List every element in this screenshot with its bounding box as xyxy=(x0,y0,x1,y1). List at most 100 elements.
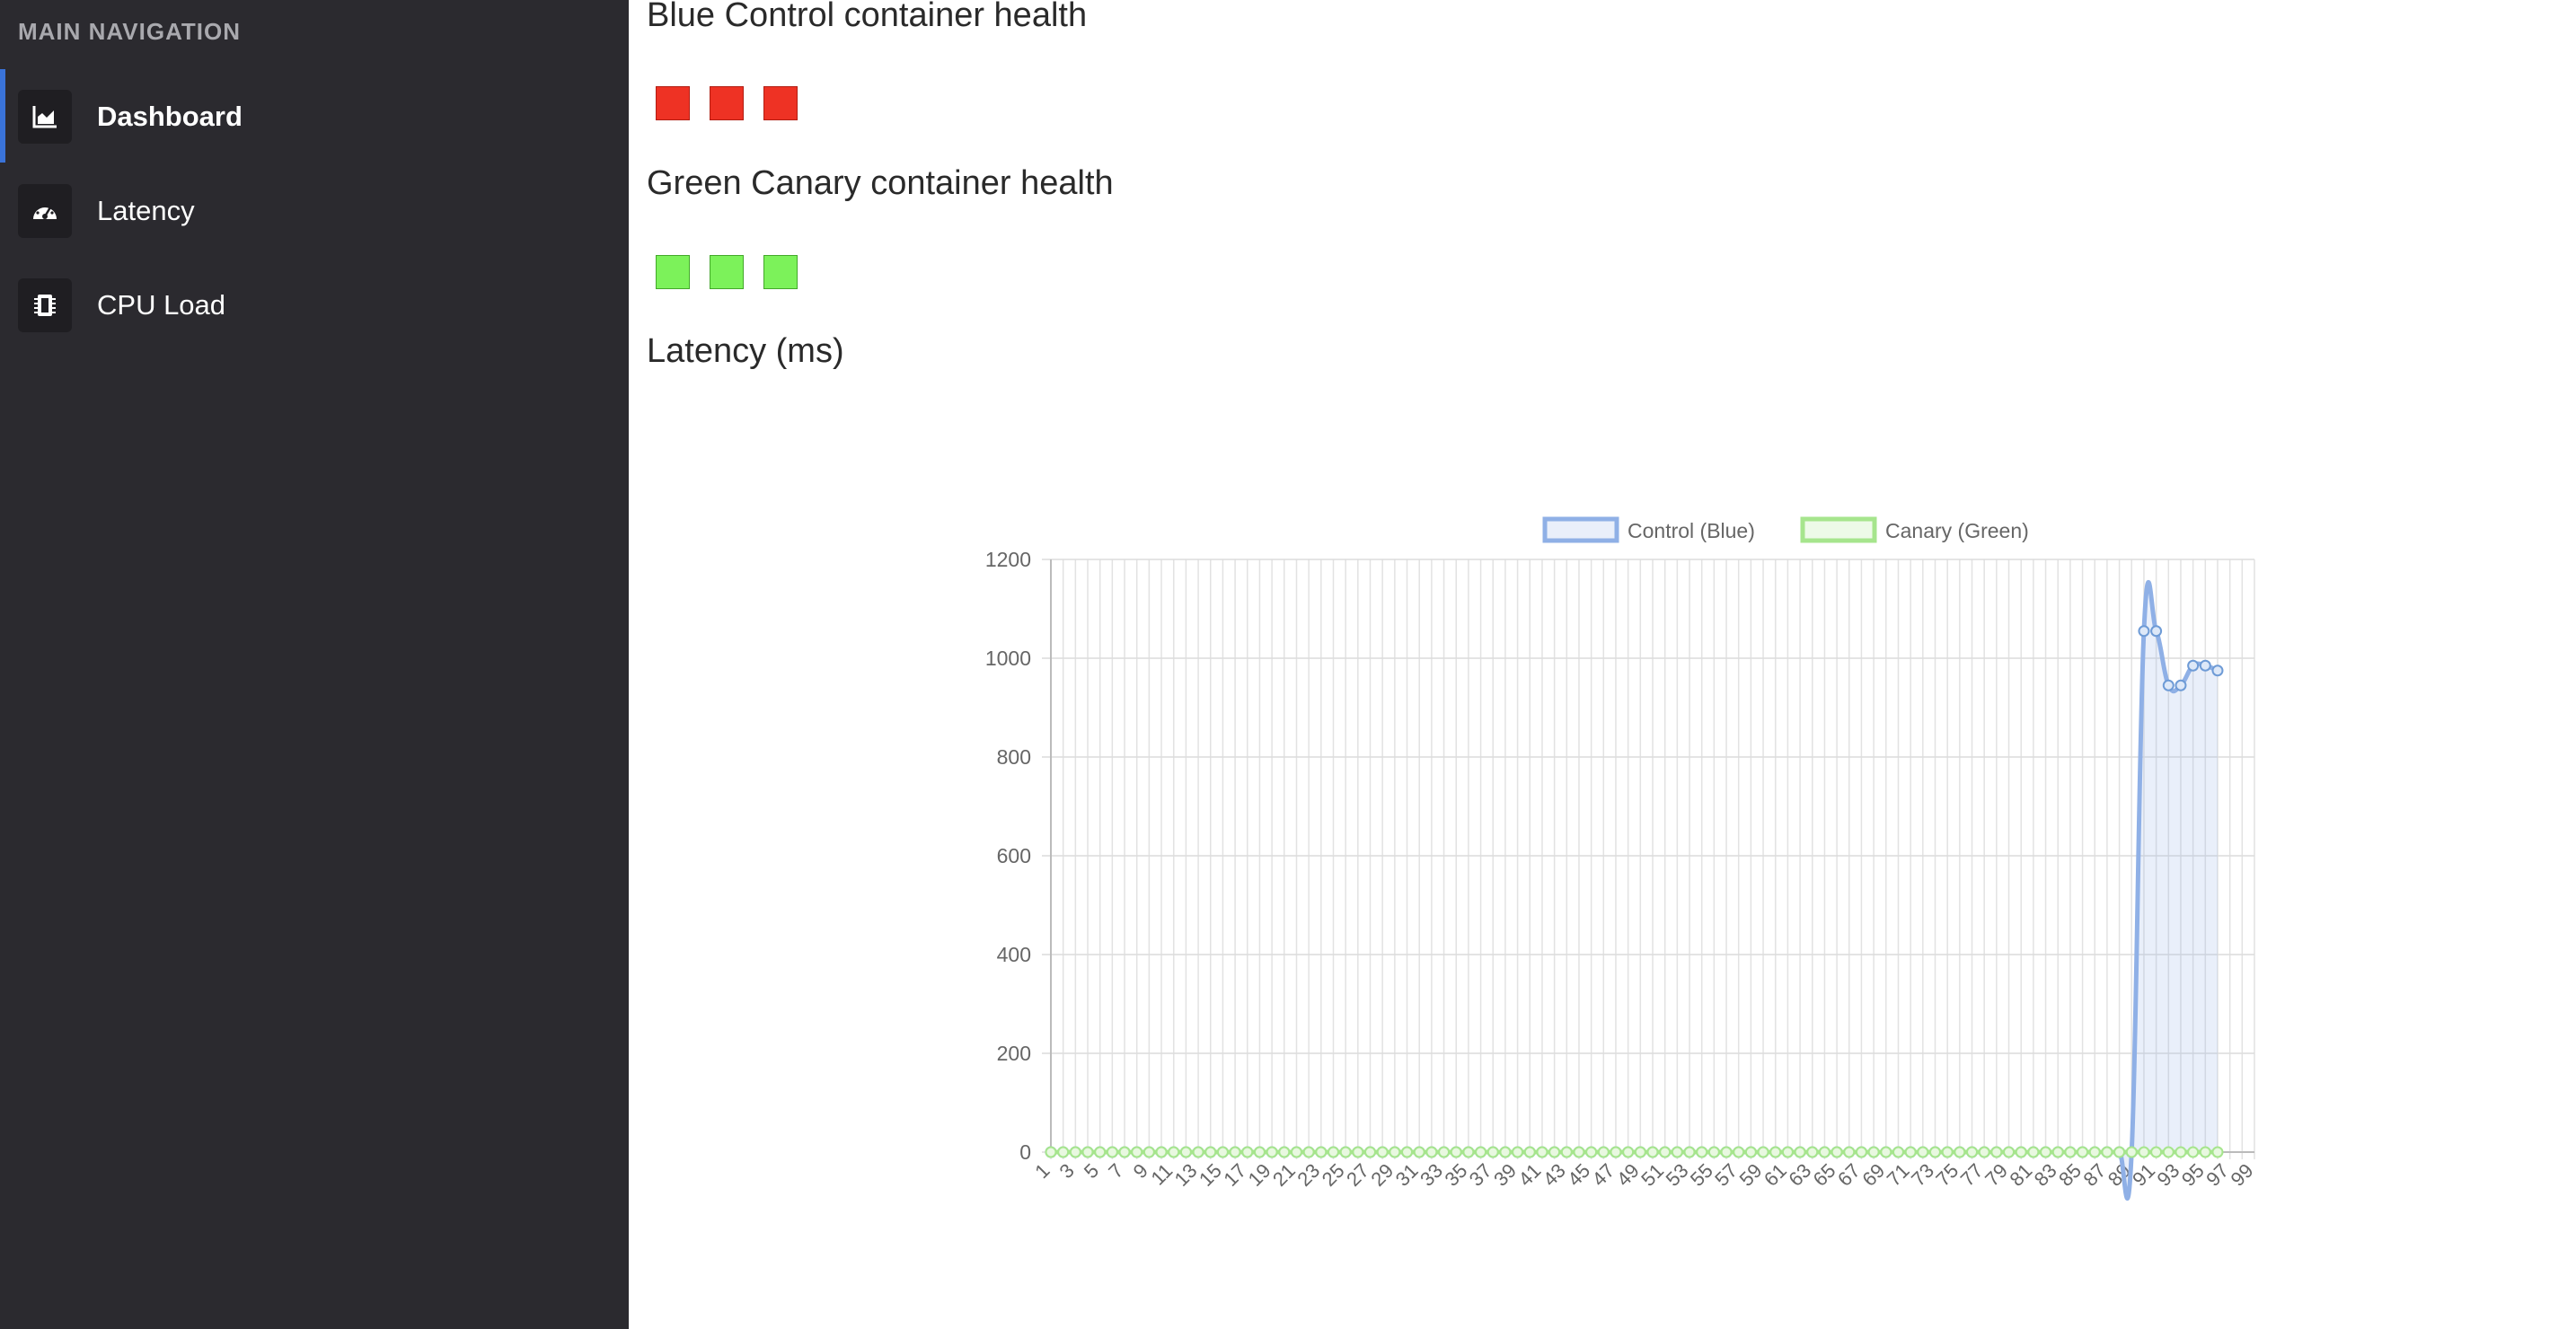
data-point xyxy=(2199,1146,2211,1158)
blue-health-title: Blue Control container health xyxy=(647,0,1088,34)
legend-label: Canary (Green) xyxy=(1885,519,2029,542)
data-point xyxy=(1671,1146,1683,1158)
data-point xyxy=(1168,1146,1180,1158)
latency-chart: 0200400600800100012001 3 5 7 911131517192123… xyxy=(985,516,2258,1201)
data-point xyxy=(2027,1146,2040,1158)
data-point xyxy=(1990,1146,2003,1158)
data-point xyxy=(1475,1146,1487,1158)
sidebar: MAIN NAVIGATION Dashboard Latency CPU Lo… xyxy=(0,0,629,1329)
data-point xyxy=(2150,625,2163,638)
data-point xyxy=(1401,1146,1414,1158)
sidebar-item-latency[interactable]: Latency xyxy=(0,184,629,254)
data-point xyxy=(2162,679,2175,691)
sidebar-item-cpu-load[interactable]: CPU Load xyxy=(0,278,629,348)
health-indicator xyxy=(710,86,744,120)
data-point xyxy=(1904,1146,1917,1158)
y-tick-label: 0 xyxy=(1019,1140,1031,1164)
data-point xyxy=(1917,1146,1929,1158)
legend-swatch xyxy=(1542,516,1619,543)
data-point xyxy=(1818,1146,1831,1158)
data-point xyxy=(2199,659,2211,672)
data-point xyxy=(1315,1146,1328,1158)
y-tick-label: 200 xyxy=(997,1042,1031,1065)
data-point xyxy=(1339,1146,1352,1158)
data-point xyxy=(2101,1146,2113,1158)
data-point xyxy=(1855,1146,1867,1158)
health-indicator xyxy=(763,86,798,120)
sidebar-item-label: CPU Load xyxy=(97,289,226,321)
x-tick-label: 99 xyxy=(2227,1159,2258,1191)
data-point xyxy=(1941,1146,1954,1158)
data-point xyxy=(1806,1146,1819,1158)
data-point xyxy=(2015,1146,2027,1158)
x-tick-label: 3 xyxy=(1055,1159,1079,1183)
data-point xyxy=(2003,1146,2016,1158)
data-point xyxy=(1131,1146,1143,1158)
data-point xyxy=(1327,1146,1339,1158)
data-point xyxy=(1499,1146,1512,1158)
data-point xyxy=(2051,1146,2064,1158)
data-point xyxy=(1290,1146,1302,1158)
data-point xyxy=(2187,659,2200,672)
area-chart-icon xyxy=(18,90,72,144)
data-point xyxy=(1548,1146,1561,1158)
data-point xyxy=(1142,1146,1155,1158)
data-point xyxy=(2211,664,2224,677)
data-point xyxy=(2175,1146,2187,1158)
data-point xyxy=(2138,625,2150,638)
data-point xyxy=(1634,1146,1646,1158)
data-point xyxy=(1376,1146,1389,1158)
data-point xyxy=(1462,1146,1475,1158)
data-point xyxy=(1364,1146,1377,1158)
data-point xyxy=(2125,1146,2138,1158)
data-point xyxy=(1486,1146,1499,1158)
data-point xyxy=(1978,1146,1990,1158)
data-point xyxy=(1794,1146,1806,1158)
data-point xyxy=(1413,1146,1425,1158)
data-point xyxy=(1954,1146,1966,1158)
data-point xyxy=(1892,1146,1904,1158)
green-health-title: Green Canary container health xyxy=(647,164,1114,202)
data-point xyxy=(1622,1146,1635,1158)
data-point xyxy=(2040,1146,2052,1158)
sidebar-item-label: Latency xyxy=(97,195,195,226)
x-tick-label: 7 xyxy=(1104,1159,1127,1183)
data-point xyxy=(1438,1146,1451,1158)
data-point xyxy=(1057,1146,1070,1158)
data-point xyxy=(1659,1146,1672,1158)
data-point xyxy=(1192,1146,1204,1158)
data-point xyxy=(1155,1146,1168,1158)
data-point xyxy=(1106,1146,1118,1158)
data-point xyxy=(1843,1146,1856,1158)
main-content: Blue Control container health Green Cana… xyxy=(629,0,2576,1329)
data-point xyxy=(2162,1146,2175,1158)
y-tick-label: 600 xyxy=(997,844,1031,867)
data-point xyxy=(1204,1146,1217,1158)
health-indicator xyxy=(763,255,798,289)
data-point xyxy=(2064,1146,2077,1158)
data-point xyxy=(1781,1146,1794,1158)
data-point xyxy=(1880,1146,1892,1158)
data-point xyxy=(1266,1146,1278,1158)
data-point xyxy=(1928,1146,1941,1158)
sidebar-item-label: Dashboard xyxy=(97,101,243,132)
data-point xyxy=(1720,1146,1733,1158)
series-area xyxy=(1051,582,2218,1199)
sidebar-item-dashboard[interactable]: Dashboard xyxy=(0,69,629,163)
data-point xyxy=(1585,1146,1598,1158)
data-point xyxy=(1118,1146,1131,1158)
data-point xyxy=(1512,1146,1524,1158)
data-point xyxy=(1696,1146,1708,1158)
data-point xyxy=(1450,1146,1462,1158)
data-point xyxy=(2150,1146,2163,1158)
legend-swatch xyxy=(1800,516,1877,543)
data-point xyxy=(1216,1146,1229,1158)
data-point xyxy=(1536,1146,1548,1158)
y-tick-label: 1200 xyxy=(985,548,1031,571)
data-point xyxy=(1253,1146,1266,1158)
data-point xyxy=(1744,1146,1757,1158)
data-point xyxy=(1352,1146,1364,1158)
data-point xyxy=(1241,1146,1254,1158)
data-point xyxy=(1229,1146,1241,1158)
y-tick-label: 400 xyxy=(997,943,1031,966)
